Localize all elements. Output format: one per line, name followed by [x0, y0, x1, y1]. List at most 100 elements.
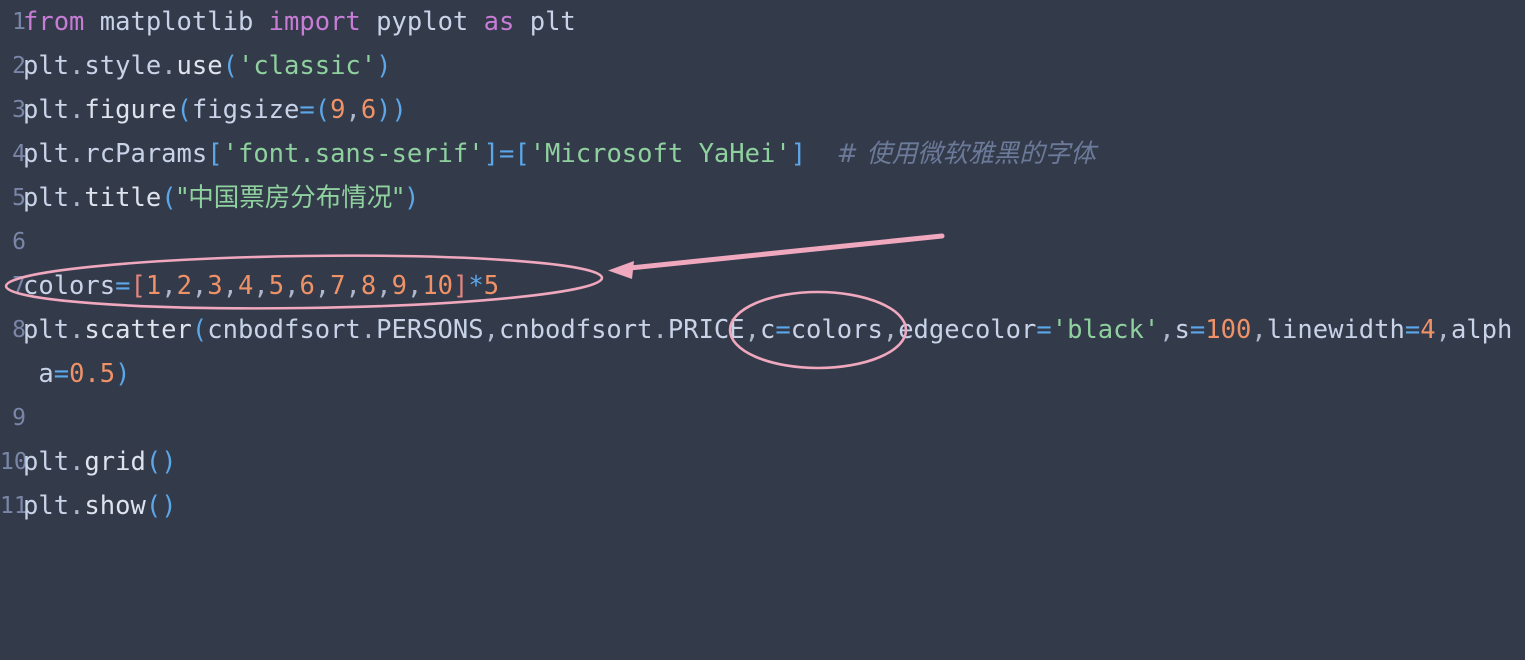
code-token: import [268, 7, 361, 37]
code-token: title [84, 183, 162, 213]
code-token: plt [23, 95, 70, 125]
code-token: 6 [299, 271, 315, 301]
code-token: = [498, 139, 515, 169]
code-token: , [161, 271, 177, 301]
code-token: use [176, 51, 223, 81]
code-token: = [1404, 315, 1421, 345]
code-token: , [284, 271, 300, 301]
code-token: edgecolor [898, 315, 1037, 345]
code-line[interactable]: 3 plt.figure(figsize=(9,6)) [0, 88, 1525, 132]
code-token: 10 [422, 271, 454, 301]
code-token: 'classic' [237, 51, 377, 81]
code-token: figure [84, 95, 177, 125]
code-line-scatter[interactable]: 8 plt.scatter(cnbodfsort.PERSONS,cnbodfs… [0, 308, 1525, 352]
code-token: show [84, 491, 146, 521]
code-token: 'black' [1051, 315, 1160, 345]
code-token: from [23, 7, 85, 37]
code-token: alph [1450, 315, 1513, 345]
code-token: plt [529, 7, 576, 37]
code-token: . [360, 315, 377, 345]
code-token: ] [790, 139, 807, 169]
line-number: 9 [12, 405, 26, 431]
code-token: ) [404, 183, 420, 213]
code-token: plt [23, 447, 70, 477]
code-token: [ [207, 139, 223, 169]
code-token: , [253, 271, 269, 301]
code-line[interactable]: 11 plt.show() [0, 484, 1525, 528]
code-token: . [652, 315, 668, 345]
code-token: , [1159, 315, 1175, 345]
code-token: . [69, 491, 85, 521]
code-line[interactable]: 2 plt.style.use('classic') [0, 44, 1525, 88]
code-token: . [69, 139, 85, 169]
code-token: scatter [84, 315, 192, 345]
code-token: plt [23, 491, 70, 521]
line-content[interactable]: from matplotlib import pyplot as plt [23, 0, 576, 44]
code-token: , [345, 95, 361, 125]
code-token: 7 [330, 271, 346, 301]
code-line[interactable]: 5 plt.title("中国票房分布情况") [0, 176, 1525, 220]
code-line[interactable]: 10 plt.grid() [0, 440, 1525, 484]
code-lines-container[interactable]: 1 from matplotlib import pyplot as plt 2… [0, 0, 1525, 524]
code-line[interactable]: 1 from matplotlib import pyplot as plt [0, 0, 1525, 44]
code-editor[interactable]: 1 from matplotlib import pyplot as plt 2… [0, 0, 1525, 524]
code-line[interactable]: 9 [0, 396, 1525, 440]
line-content[interactable]: plt.grid() [23, 440, 177, 484]
code-token: () [145, 447, 177, 477]
code-token: ( [176, 95, 192, 125]
code-token: () [145, 491, 177, 521]
code-token: ( [191, 315, 208, 345]
code-token: 9 [330, 95, 346, 125]
code-token: colors [790, 315, 883, 345]
code-token: 8 [360, 271, 377, 301]
line-content[interactable]: plt.figure(figsize=(9,6)) [23, 88, 407, 132]
code-token: [ [130, 271, 146, 301]
line-content[interactable]: plt.scatter(cnbodfsort.PERSONS,cnbodfsor… [23, 308, 1512, 352]
line-content[interactable]: a=0.5) [23, 352, 131, 396]
code-token: , [1251, 315, 1267, 345]
line-content[interactable]: colors=[1,2,3,4,5,6,7,8,9,10]*5 [23, 264, 499, 308]
code-token: grid [84, 447, 146, 477]
code-token: "中国票房分布情况" [176, 183, 405, 213]
code-token: ( [314, 95, 331, 125]
code-token: * [468, 271, 484, 301]
code-token: plt [23, 315, 70, 345]
code-token: ] [483, 139, 499, 169]
line-number: 6 [12, 229, 26, 255]
code-token: linewidth [1266, 315, 1405, 345]
code-token: ) [376, 51, 392, 81]
code-line[interactable]: 6 [0, 220, 1525, 264]
code-token: ) [115, 359, 131, 389]
code-token: as [483, 7, 515, 37]
code-token: , [406, 271, 423, 301]
code-token: [ [514, 139, 530, 169]
code-token: ( [161, 183, 177, 213]
code-token: plt [23, 51, 70, 81]
code-token: colors [23, 271, 116, 301]
code-token: rcParams [84, 139, 208, 169]
code-token: 100 [1205, 315, 1252, 345]
code-token: 1 [145, 271, 162, 301]
code-token: = [775, 315, 791, 345]
line-content[interactable]: plt.rcParams['font.sans-serif']=['Micros… [23, 132, 1096, 176]
line-content[interactable]: plt.title("中国票房分布情况") [23, 176, 419, 220]
code-token: 4 [238, 271, 254, 301]
code-token: s [1174, 315, 1190, 345]
code-token: 2 [176, 271, 192, 301]
code-token: , [314, 271, 331, 301]
code-line[interactable]: 4 plt.rcParams['font.sans-serif']=['Micr… [0, 132, 1525, 176]
code-token: a [23, 359, 54, 389]
code-line-wrapped-continuation[interactable]: a=0.5) [0, 352, 1525, 396]
line-content[interactable]: plt.show() [23, 484, 177, 528]
code-token: pyplot [376, 7, 469, 37]
line-content[interactable]: plt.style.use('classic') [23, 44, 392, 88]
code-token: , [744, 315, 760, 345]
code-token: , [345, 271, 361, 301]
code-token: = [1189, 315, 1206, 345]
code-line-colors[interactable]: 7 colors=[1,2,3,4,5,6,7,8,9,10]*5 [0, 264, 1525, 308]
code-token: , [483, 315, 499, 345]
